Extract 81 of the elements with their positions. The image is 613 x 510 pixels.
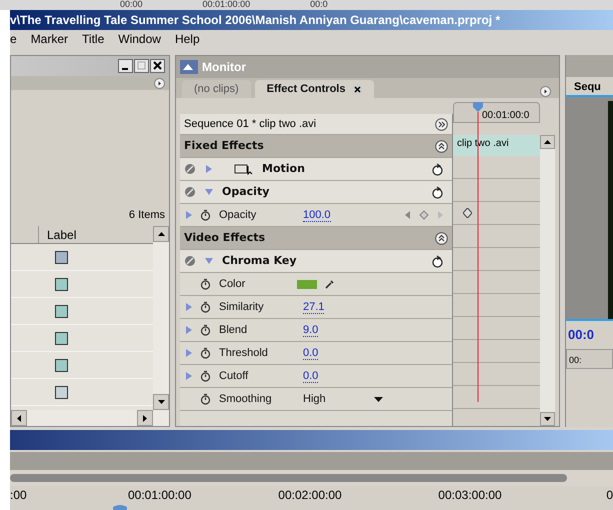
background-timecode: 00:01:00:00 bbox=[202, 0, 250, 10]
mini-ruler[interactable]: 00: bbox=[566, 348, 613, 368]
minimize-icon[interactable] bbox=[118, 59, 133, 73]
param-value[interactable]: 27.1 bbox=[303, 300, 324, 314]
horizontal-scrollbar[interactable] bbox=[11, 410, 169, 426]
fx-toggle-icon[interactable] bbox=[184, 186, 196, 198]
close-icon[interactable] bbox=[150, 59, 165, 73]
stopwatch-icon[interactable] bbox=[200, 393, 211, 405]
menu-item[interactable]: Window bbox=[118, 30, 161, 48]
background-timecode: 00:0 bbox=[310, 0, 328, 10]
stopwatch-icon[interactable] bbox=[200, 347, 211, 359]
stopwatch-icon[interactable] bbox=[200, 324, 211, 336]
param-label: Color bbox=[219, 276, 246, 292]
fx-toggle-icon[interactable] bbox=[184, 255, 196, 267]
param-value[interactable]: 0.0 bbox=[303, 370, 318, 382]
fx-toggle-icon[interactable] bbox=[184, 163, 196, 175]
clip-name: Sequence 01 * clip two .avi bbox=[184, 116, 316, 132]
vertical-scrollbar[interactable] bbox=[540, 135, 555, 426]
scroll-down-icon[interactable] bbox=[158, 400, 164, 404]
collapse-icon[interactable] bbox=[435, 232, 448, 244]
background-timecode: 00:00 bbox=[120, 0, 143, 10]
effect-row[interactable]: Opacity bbox=[180, 181, 452, 204]
timeline-tick-label: 00:03:00:00 bbox=[437, 487, 503, 504]
stopwatch-icon[interactable] bbox=[200, 370, 211, 382]
scroll-left-icon[interactable] bbox=[17, 414, 21, 422]
panel-tab[interactable]: Effect Controls bbox=[254, 80, 374, 98]
smoothing-dropdown[interactable]: High bbox=[303, 390, 383, 408]
stopwatch-icon[interactable] bbox=[200, 301, 211, 313]
vertical-scrollbar[interactable] bbox=[153, 226, 169, 410]
panel-tab[interactable]: (no clips) bbox=[182, 80, 251, 98]
maximize-icon[interactable] bbox=[134, 59, 149, 73]
timeline-tick-label: :00 bbox=[10, 487, 28, 504]
item-count: 6 Items bbox=[128, 208, 165, 222]
scroll-down-icon[interactable] bbox=[544, 417, 551, 421]
reset-icon[interactable] bbox=[431, 186, 444, 198]
effect-row[interactable]: Motion bbox=[180, 158, 452, 181]
timeline-tick-label: 0 bbox=[605, 487, 613, 504]
timeline-tick-label: 00:01:00:00 bbox=[128, 487, 192, 504]
section-title: Fixed Effects bbox=[184, 138, 264, 154]
collapse-icon[interactable] bbox=[435, 140, 448, 152]
effect-row[interactable]: Chroma Key bbox=[180, 250, 452, 273]
panel-header bbox=[566, 55, 613, 77]
keyframe-icon[interactable] bbox=[463, 208, 472, 218]
param-label: Similarity bbox=[219, 300, 265, 315]
section-title: Video Effects bbox=[184, 230, 266, 246]
param-label: Blend bbox=[219, 322, 248, 338]
eyedropper-icon[interactable] bbox=[325, 279, 335, 289]
param-value[interactable]: 0.0 bbox=[303, 346, 318, 360]
scroll-up-icon[interactable] bbox=[158, 232, 164, 236]
stopwatch-icon[interactable] bbox=[200, 278, 211, 290]
panel-menu-icon[interactable] bbox=[154, 78, 165, 88]
stopwatch-icon[interactable] bbox=[200, 209, 211, 221]
reset-icon[interactable] bbox=[431, 162, 444, 176]
color-swatch[interactable] bbox=[297, 280, 317, 288]
zoom-scrollbar[interactable] bbox=[10, 474, 567, 482]
param-value[interactable]: 100.0 bbox=[303, 208, 331, 222]
window-title: v\The Travelling Tale Summer School 2006\Manish Anniyan Guarang\caveman.prproj * bbox=[10, 12, 500, 29]
menu-item[interactable]: e bbox=[10, 30, 17, 48]
effect-name: Motion bbox=[262, 160, 306, 177]
scroll-right-icon[interactable] bbox=[143, 414, 147, 422]
close-tab-icon[interactable] bbox=[353, 84, 362, 94]
param-label: Cutoff bbox=[219, 368, 250, 384]
param-label: Threshold bbox=[219, 346, 269, 361]
menu-item[interactable]: Help bbox=[174, 30, 200, 48]
monitor-icon bbox=[180, 60, 198, 74]
timeline-tick-label: 00:02:00:00 bbox=[277, 487, 343, 504]
effect-name: Chroma Key bbox=[222, 252, 298, 269]
panel-menu-icon[interactable] bbox=[540, 86, 551, 97]
time-ruler[interactable]: 00:01:00:0 bbox=[453, 102, 540, 123]
param-label: Smoothing bbox=[219, 392, 273, 407]
dropdown-arrow-icon bbox=[374, 396, 383, 402]
menu-item[interactable]: Marker bbox=[30, 30, 68, 48]
menu-item[interactable]: Title bbox=[82, 30, 104, 48]
timecode[interactable]: 00:0 bbox=[566, 319, 613, 344]
scroll-up-icon[interactable] bbox=[544, 140, 551, 144]
effect-name: Opacity bbox=[222, 184, 270, 200]
reset-icon[interactable] bbox=[431, 254, 444, 268]
param-value[interactable]: 9.0 bbox=[303, 324, 318, 336]
param-label: Opacity bbox=[219, 208, 258, 223]
panel-title: Monitor bbox=[202, 59, 246, 76]
show-timeline-icon[interactable] bbox=[435, 118, 448, 130]
